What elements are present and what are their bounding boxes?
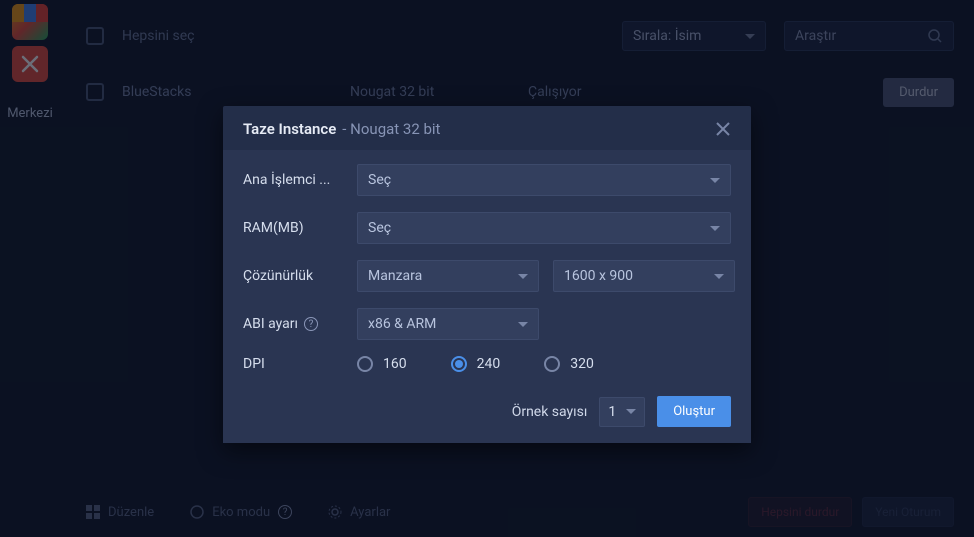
radio-icon [451,356,467,372]
instance-count-label: Örnek sayısı [512,404,588,420]
cpu-dropdown[interactable]: Seç [357,164,731,196]
modal-footer: Örnek sayısı 1 Oluştur [243,396,731,427]
create-button[interactable]: Oluştur [657,396,731,427]
radio-icon [357,356,373,372]
modal-body: Ana İşlemci ... Seç RAM(MB) Seç Çözünürl… [223,150,751,443]
dpi-radio-240[interactable]: 240 [451,356,501,372]
modal-title: Taze Instance [243,120,336,138]
modal-overlay: Taze Instance - Nougat 32 bit Ana İşlemc… [0,0,974,537]
chevron-down-icon [518,274,528,279]
abi-dropdown[interactable]: x86 & ARM [357,308,539,340]
instance-count-dropdown[interactable]: 1 [599,397,645,427]
chevron-down-icon [626,409,636,414]
new-instance-modal: Taze Instance - Nougat 32 bit Ana İşlemc… [223,106,751,443]
radio-icon [544,356,560,372]
chevron-down-icon [710,178,720,183]
orientation-dropdown[interactable]: Manzara [357,260,539,292]
chevron-down-icon [710,226,720,231]
ram-dropdown[interactable]: Seç [357,212,731,244]
modal-header: Taze Instance - Nougat 32 bit [223,106,751,150]
dpi-label: DPI [243,356,357,372]
close-button[interactable] [715,121,731,137]
dpi-radio-320[interactable]: 320 [544,356,594,372]
abi-label: ABI ayarı [243,316,298,332]
close-icon [715,121,731,137]
dpi-radio-160[interactable]: 160 [357,356,407,372]
cpu-label: Ana İşlemci ... [243,172,357,188]
info-icon[interactable]: ? [304,317,318,331]
chevron-down-icon [518,322,528,327]
modal-subtitle: - Nougat 32 bit [342,120,440,138]
chevron-down-icon [714,274,724,279]
resolution-size-dropdown[interactable]: 1600 x 900 [553,260,735,292]
ram-label: RAM(MB) [243,220,357,236]
resolution-label: Çözünürlük [243,268,357,284]
